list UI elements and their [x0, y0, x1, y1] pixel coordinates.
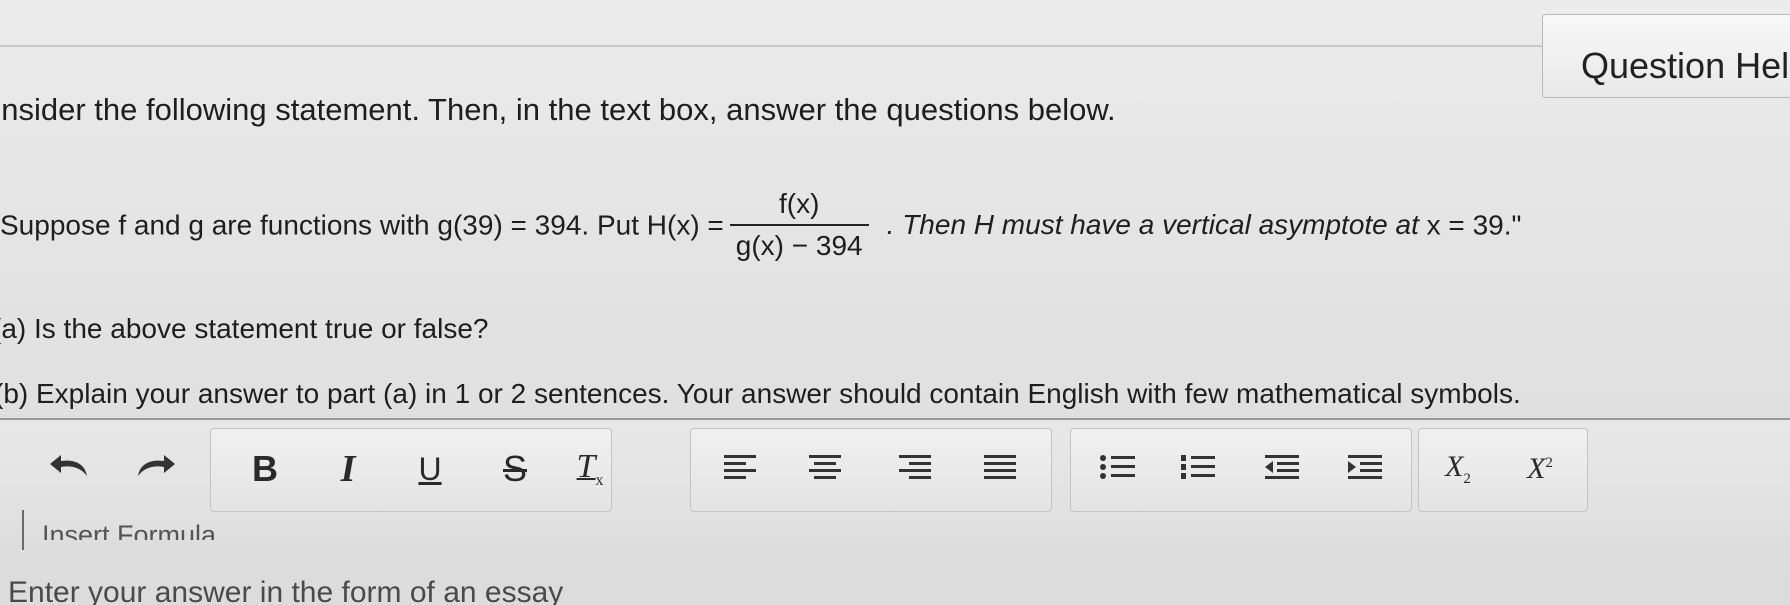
redo-icon — [132, 452, 178, 487]
clear-format-t: T — [576, 448, 596, 486]
question-statement: Suppose f and g are functions with g(39)… — [0, 188, 1522, 264]
header-divider — [0, 45, 1560, 47]
underline-button[interactable]: U — [400, 434, 460, 504]
subscript-label: X2 — [1445, 450, 1471, 488]
outdent-button[interactable] — [1252, 434, 1312, 504]
align-center-button[interactable] — [795, 434, 855, 504]
fraction-numerator: f(x) — [729, 188, 869, 226]
numbered-list-button[interactable] — [1168, 434, 1228, 504]
insert-formula-link[interactable]: Insert Formula — [42, 520, 216, 540]
g-value: g(39) = 394 — [437, 209, 582, 241]
question-help-label: Question Help — [1581, 45, 1790, 86]
undo-button[interactable] — [40, 434, 100, 504]
align-justify-button[interactable] — [970, 434, 1030, 504]
align-right-icon — [897, 452, 933, 487]
clear-format-button[interactable]: Tx — [560, 434, 620, 504]
strikethrough-button[interactable]: S — [485, 434, 545, 504]
close-quote: " — [1511, 209, 1522, 241]
align-left-icon — [722, 452, 758, 487]
italic-button[interactable]: I — [318, 434, 378, 504]
numbered-list-icon — [1179, 452, 1217, 487]
align-justify-icon — [982, 452, 1018, 487]
clear-format-label: Tx — [577, 448, 604, 490]
bullet-list-icon — [1099, 452, 1137, 487]
bullet-list-button[interactable] — [1088, 434, 1148, 504]
fraction: f(x) g(x) − 394 — [729, 188, 869, 262]
align-center-icon — [807, 452, 843, 487]
align-left-button[interactable] — [710, 434, 770, 504]
statement-end: . Then H must have a vertical asymptote … — [886, 209, 1419, 241]
clear-format-x: x — [595, 471, 604, 489]
answer-box-edge — [22, 510, 24, 550]
redo-button[interactable] — [125, 434, 185, 504]
indent-icon — [1346, 452, 1384, 487]
answer-textbox-placeholder[interactable]: Enter your answer in the form of an essa… — [8, 576, 563, 605]
superscript-button[interactable]: X2 — [1510, 434, 1570, 504]
part-a-question: (a) Is the above statement true or false… — [0, 313, 489, 344]
superscript-label: X2 — [1527, 452, 1553, 486]
question-page: Question Help onsider the following stat… — [0, 0, 1790, 605]
question-intro: onsider the following statement. Then, i… — [0, 92, 1116, 127]
bold-button[interactable]: B — [235, 434, 295, 504]
fraction-denominator: g(x) − 394 — [735, 230, 863, 261]
subscript-base: X — [1445, 450, 1464, 483]
undo-icon — [47, 452, 93, 487]
question-help-button[interactable]: Question Help — [1542, 14, 1790, 98]
subscript-button[interactable]: X2 — [1428, 434, 1488, 504]
statement-start: Suppose f and g are functions with — [0, 209, 430, 241]
indent-button[interactable] — [1335, 434, 1395, 504]
put-text: . Put — [581, 209, 639, 241]
align-right-button[interactable] — [885, 434, 945, 504]
part-b-question: (b) Explain your answer to part (a) in 1… — [0, 378, 1521, 409]
superscript-base: X — [1527, 452, 1546, 485]
asymptote-value: x = 39. — [1426, 209, 1512, 241]
subscript-mark: 2 — [1463, 471, 1471, 487]
editor-toolbar: B I U S Tx X2 X2 — [0, 418, 1790, 532]
h-definition: H(x) = — [646, 209, 724, 241]
outdent-icon — [1263, 452, 1301, 487]
superscript-mark: 2 — [1545, 455, 1553, 471]
